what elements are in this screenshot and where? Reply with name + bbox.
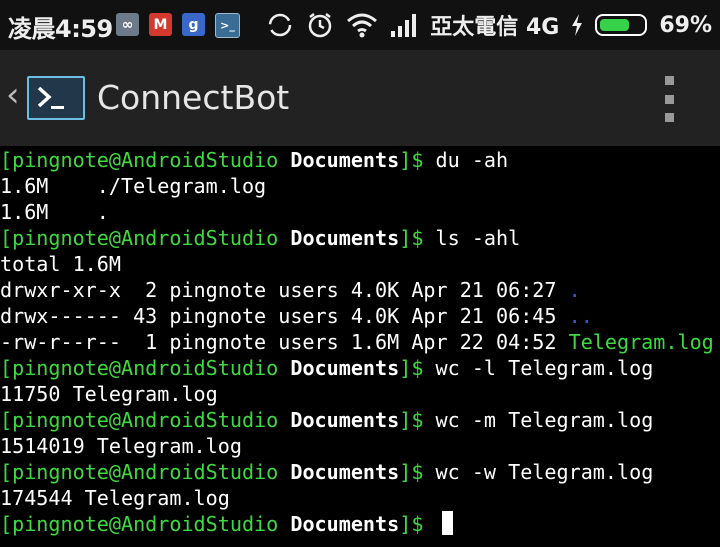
terminal-line: 1514019 Telegram.log bbox=[0, 434, 242, 458]
prompt-user: [pingnote@AndroidStudio bbox=[0, 148, 291, 172]
prompt-dir: Documents bbox=[290, 148, 400, 172]
terminal-line: 1.6M . bbox=[0, 200, 109, 224]
terminal-line: -rw-r--r-- 1 pingnote users 1.6M Apr 22 … bbox=[0, 329, 720, 355]
status-right: 亞太電信 4G 69% bbox=[266, 9, 712, 41]
command-text: ls -ahl bbox=[435, 226, 521, 250]
battery-icon bbox=[595, 14, 648, 36]
battery-percent: 69% bbox=[659, 12, 712, 38]
status-bar: 凌晨4:59 ∞ M g >_ 亞太電信 4G 69% bbox=[0, 0, 720, 50]
ls-entry-name: .. bbox=[568, 304, 593, 328]
ls-entry-info: drwx------ 43 pingnote users 4.0K Apr 21… bbox=[0, 304, 569, 328]
terminal-line: [pingnote@AndroidStudio Documents]$ wc -… bbox=[0, 459, 720, 485]
ls-entry-name: . bbox=[568, 278, 581, 302]
terminal-view[interactable]: [pingnote@AndroidStudio Documents]$ du -… bbox=[0, 147, 720, 547]
terminal-line: drwxr-xr-x 2 pingnote users 4.0K Apr 21 … bbox=[0, 277, 720, 303]
terminal-line: [pingnote@AndroidStudio Documents]$ du -… bbox=[0, 147, 720, 173]
terminal-line: 174544 Telegram.log bbox=[0, 486, 230, 510]
prompt-user: [pingnote@AndroidStudio bbox=[0, 512, 291, 536]
app-logo[interactable] bbox=[27, 76, 85, 120]
prompt-end: ]$ bbox=[399, 512, 436, 536]
prompt-dir: Documents bbox=[290, 460, 400, 484]
prompt-user: [pingnote@AndroidStudio bbox=[0, 408, 291, 432]
prompt-end: ]$ bbox=[399, 148, 436, 172]
prompt-user: [pingnote@AndroidStudio bbox=[0, 356, 291, 380]
prompt-dir: Documents bbox=[290, 512, 400, 536]
connectbot-icon: >_ bbox=[215, 13, 240, 38]
google-plus-icon: g bbox=[182, 13, 205, 36]
prompt-dir: Documents bbox=[290, 356, 400, 380]
charging-icon bbox=[572, 14, 583, 36]
overflow-dot bbox=[664, 94, 674, 104]
action-bar: ‹ ConnectBot bbox=[0, 50, 720, 146]
status-time: 凌晨4:59 bbox=[8, 15, 113, 43]
terminal-line: [pingnote@AndroidStudio Documents]$ wc -… bbox=[0, 407, 720, 433]
prompt-user: [pingnote@AndroidStudio bbox=[0, 226, 291, 250]
ls-entry-info: drwxr-xr-x 2 pingnote users 4.0K Apr 21 … bbox=[0, 278, 569, 302]
up-chevron-icon[interactable]: ‹ bbox=[6, 78, 20, 112]
command-text: du -ah bbox=[435, 148, 509, 172]
ls-entry-info: -rw-r--r-- 1 pingnote users 1.6M Apr 22 … bbox=[0, 330, 569, 354]
wifi-icon bbox=[347, 13, 378, 38]
terminal-cursor bbox=[441, 511, 453, 535]
carrier-label: 亞太電信 4G bbox=[430, 15, 560, 40]
command-text: wc -m Telegram.log bbox=[435, 408, 654, 432]
terminal-line: drwx------ 43 pingnote users 4.0K Apr 21… bbox=[0, 303, 720, 329]
ifttt-icon: ∞ bbox=[116, 13, 139, 36]
alarm-icon bbox=[309, 13, 332, 38]
prompt-end: ]$ bbox=[399, 356, 436, 380]
terminal-line: 11750 Telegram.log bbox=[0, 382, 218, 406]
prompt-end: ]$ bbox=[399, 460, 436, 484]
signal-icon bbox=[391, 14, 417, 37]
overflow-dot bbox=[664, 113, 674, 122]
sync-icon bbox=[269, 13, 292, 37]
gmail-icon: M bbox=[149, 13, 172, 36]
terminal-line: 1.6M ./Telegram.log bbox=[0, 174, 267, 198]
command-text: wc -w Telegram.log bbox=[435, 460, 654, 484]
notification-icons: ∞ M g >_ bbox=[116, 13, 240, 38]
terminal-prompt-icon bbox=[37, 86, 64, 109]
terminal-line: [pingnote@AndroidStudio Documents]$ ls -… bbox=[0, 225, 720, 251]
battery-level bbox=[600, 19, 630, 31]
overflow-menu-button[interactable] bbox=[658, 76, 680, 122]
prompt-end: ]$ bbox=[399, 226, 436, 250]
prompt-dir: Documents bbox=[290, 408, 400, 432]
overflow-dot bbox=[664, 76, 674, 85]
app-title: ConnectBot bbox=[97, 78, 290, 117]
prompt-user: [pingnote@AndroidStudio bbox=[0, 460, 291, 484]
terminal-line: [pingnote@AndroidStudio Documents]$ wc -… bbox=[0, 355, 720, 381]
terminal-line: total 1.6M bbox=[0, 252, 121, 276]
prompt-end: ]$ bbox=[399, 408, 436, 432]
command-text: wc -l Telegram.log bbox=[435, 356, 654, 380]
prompt-dir: Documents bbox=[290, 226, 400, 250]
ls-entry-name: Telegram.log bbox=[568, 330, 714, 354]
terminal-line: [pingnote@AndroidStudio Documents]$ bbox=[0, 511, 720, 537]
